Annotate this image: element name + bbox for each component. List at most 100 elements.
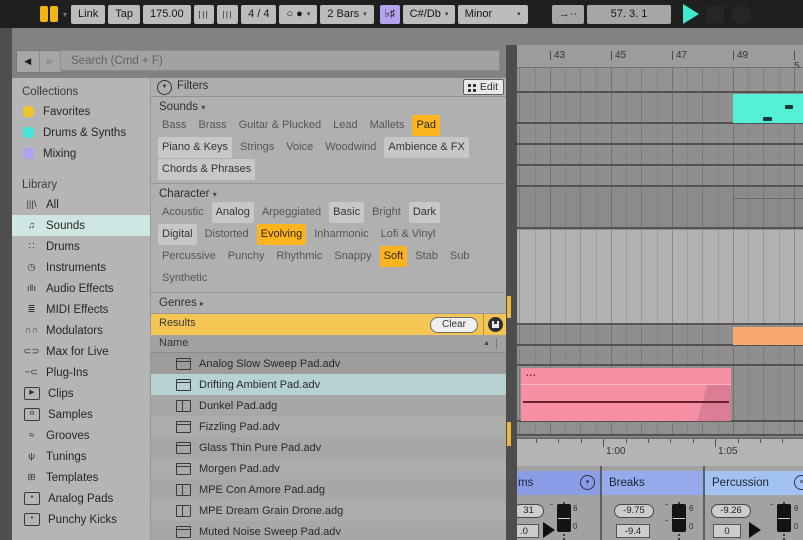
arrangement-position-field[interactable]: 57. 3. 1 — [587, 4, 671, 24]
result-row-mpe-dream-grain-drone-adg[interactable]: MPE Dream Grain Drone.adg — [151, 500, 506, 521]
track-title-ms[interactable]: ms ▾ — [517, 471, 601, 495]
tag-snappy[interactable]: Snappy — [330, 246, 375, 267]
follow-button[interactable]: →·· — [551, 4, 584, 24]
volume-value[interactable]: -9.4 — [616, 524, 650, 538]
fader-handle[interactable] — [777, 504, 791, 532]
collection-item-favorites[interactable]: Favorites — [12, 101, 150, 122]
tag-acoustic[interactable]: Acoustic — [158, 202, 208, 223]
time-signature-field[interactable]: 4 / 4 — [241, 4, 277, 24]
result-row-drifting-ambient-pad-adv[interactable]: Drifting Ambient Pad.adv — [151, 374, 506, 395]
metronome-button[interactable]: ○ ● ▾ — [279, 4, 318, 24]
track-lane[interactable] — [517, 146, 803, 166]
volume-fader[interactable] — [557, 502, 571, 540]
filter-group-sounds-header[interactable]: Sounds ▾ — [151, 97, 506, 114]
sidebar-item-clips[interactable]: ▶ Clips — [12, 383, 150, 404]
link-button[interactable]: Link — [71, 4, 106, 24]
tag-basic[interactable]: Basic — [329, 202, 365, 223]
midi-clip-cyan[interactable] — [733, 94, 803, 123]
result-row-muted-noise-sweep-pad-adv[interactable]: Muted Noise Sweep Pad.adv — [151, 521, 506, 540]
scale-name-menu[interactable]: Minor ▾ — [457, 4, 528, 24]
tag-chords-phrases[interactable]: Chords & Phrases — [158, 159, 256, 180]
search-input[interactable]: Search (Cmd + F) — [60, 50, 500, 71]
track-title-breaks[interactable]: Breaks — [602, 471, 704, 495]
edit-filters-button[interactable]: Edit — [462, 79, 504, 95]
sidebar-item-modulators[interactable]: ∩∩ Modulators — [12, 320, 150, 341]
tag-rhythmic[interactable]: Rhythmic — [273, 246, 327, 267]
tag-dark[interactable]: Dark — [408, 202, 441, 223]
logo-caret-icon[interactable]: ▾ — [63, 10, 67, 19]
minute-time-ruler[interactable]: 1:00 1:05 — [517, 437, 803, 466]
tag-evolving[interactable]: Evolving — [256, 224, 307, 245]
volume-fader[interactable] — [672, 502, 686, 540]
arrangement-view[interactable]: 43 45 47 49 5 1:00 1:05 ... ms ▾ 31.0 6 0- Breaks -… — [517, 45, 803, 540]
sidebar-item-grooves[interactable]: ≈ Grooves — [12, 425, 150, 446]
tag-strings[interactable]: Strings — [236, 137, 278, 158]
tag-pad[interactable]: Pad — [412, 115, 441, 136]
sidebar-item-sounds[interactable]: ♫ Sounds — [12, 215, 150, 236]
pan-value[interactable]: 31 — [517, 504, 544, 518]
tag-voice[interactable]: Voice — [282, 137, 317, 158]
volume-value[interactable]: .0 — [517, 524, 539, 538]
tag-bright[interactable]: Bright — [368, 202, 405, 223]
sort-ascending-icon[interactable]: ▲ — [483, 335, 490, 352]
nudge-down-button[interactable]: ||| — [193, 4, 215, 24]
results-column-header[interactable]: Name ▲ — [151, 335, 506, 353]
result-row-fizzling-pad-adv[interactable]: Fizzling Pad.adv — [151, 416, 506, 437]
track-lane[interactable] — [517, 347, 803, 366]
play-button[interactable] — [683, 4, 699, 24]
tag-distorted[interactable]: Distorted — [201, 224, 253, 245]
sidebar-item-analog-pads[interactable]: • Analog Pads — [12, 488, 150, 509]
result-row-analog-slow-sweep-pad-adv[interactable]: Analog Slow Sweep Pad.adv — [151, 353, 506, 374]
track-lane-selected[interactable] — [517, 230, 803, 325]
track-title-percussion[interactable]: Percussion ≡ — [705, 471, 803, 495]
clear-filters-button[interactable]: Clear — [430, 317, 478, 333]
back-arrow-icon[interactable]: ◀ — [17, 51, 40, 72]
fader-handle[interactable] — [672, 504, 686, 532]
track-lane[interactable] — [517, 125, 803, 145]
track-play-icon[interactable] — [749, 522, 761, 538]
tag-stab[interactable]: Stab — [411, 246, 442, 267]
tag-punchy[interactable]: Punchy — [224, 246, 269, 267]
tag-bass[interactable]: Bass — [158, 115, 190, 136]
result-row-mpe-con-amore-pad-adg[interactable]: MPE Con Amore Pad.adg — [151, 479, 506, 500]
result-row-glass-thin-pure-pad-adv[interactable]: Glass Thin Pure Pad.adv — [151, 437, 506, 458]
sidebar-item-plug-ins[interactable]: −⊂ Plug-Ins — [12, 362, 150, 383]
nudge-up-button[interactable]: ||| — [217, 4, 239, 24]
sidebar-item-drums[interactable]: ∷ Drums — [12, 236, 150, 257]
pan-value[interactable]: -9.26 — [711, 504, 751, 518]
tag-mallets[interactable]: Mallets — [366, 115, 409, 136]
track-play-icon[interactable] — [543, 522, 555, 538]
tag-lead[interactable]: Lead — [329, 115, 361, 136]
tag-woodwind[interactable]: Woodwind — [321, 137, 380, 158]
root-note-menu[interactable]: C#/Db ▾ — [402, 4, 455, 24]
audio-clip-pink[interactable]: ... — [521, 368, 731, 421]
scrub-area[interactable] — [517, 68, 803, 93]
collection-item-mixing[interactable]: Mixing — [12, 143, 150, 164]
tag-lofi-vinyl[interactable]: Lofi & Vinyl — [377, 224, 440, 245]
tag-ambience-fx[interactable]: Ambience & FX — [384, 137, 469, 158]
result-row-dunkel-pad-adg[interactable]: Dunkel Pad.adg — [151, 395, 506, 416]
track-lane[interactable] — [517, 188, 803, 229]
collection-item-drums-synths[interactable]: Drums & Synths — [12, 122, 150, 143]
tag-percussive[interactable]: Percussive — [158, 246, 220, 267]
tag-inharmonic[interactable]: Inharmonic — [310, 224, 372, 245]
sidebar-item-instruments[interactable]: ◷ Instruments — [12, 257, 150, 278]
fader-handle[interactable] — [557, 504, 571, 532]
sidebar-item-punchy-kicks[interactable]: • Punchy Kicks — [12, 509, 150, 530]
quantize-menu[interactable]: 2 Bars ▾ — [320, 4, 374, 24]
tag-analog[interactable]: Analog — [211, 202, 254, 223]
sidebar-item-all[interactable]: |||\ All — [12, 194, 150, 215]
sidebar-item-audio-effects[interactable]: ı‖ı Audio Effects — [12, 278, 150, 299]
audio-clip-orange[interactable] — [733, 327, 803, 345]
track-lane[interactable] — [517, 167, 803, 187]
pan-value[interactable]: -9.75 — [614, 504, 654, 518]
tag-arpeggiated[interactable]: Arpeggiated — [258, 202, 325, 223]
record-button[interactable] — [732, 4, 751, 24]
tag-brass[interactable]: Brass — [194, 115, 230, 136]
tempo-field[interactable]: 175.00 — [142, 4, 191, 24]
tap-tempo-button[interactable]: Tap — [108, 4, 140, 24]
filter-group-genres-header[interactable]: Genres ▸ — [151, 293, 506, 314]
sidebar-item-midi-effects[interactable]: ≣ MIDI Effects — [12, 299, 150, 320]
tag-synthetic[interactable]: Synthetic — [158, 268, 211, 289]
filter-group-character-header[interactable]: Character ▾ — [151, 184, 506, 201]
